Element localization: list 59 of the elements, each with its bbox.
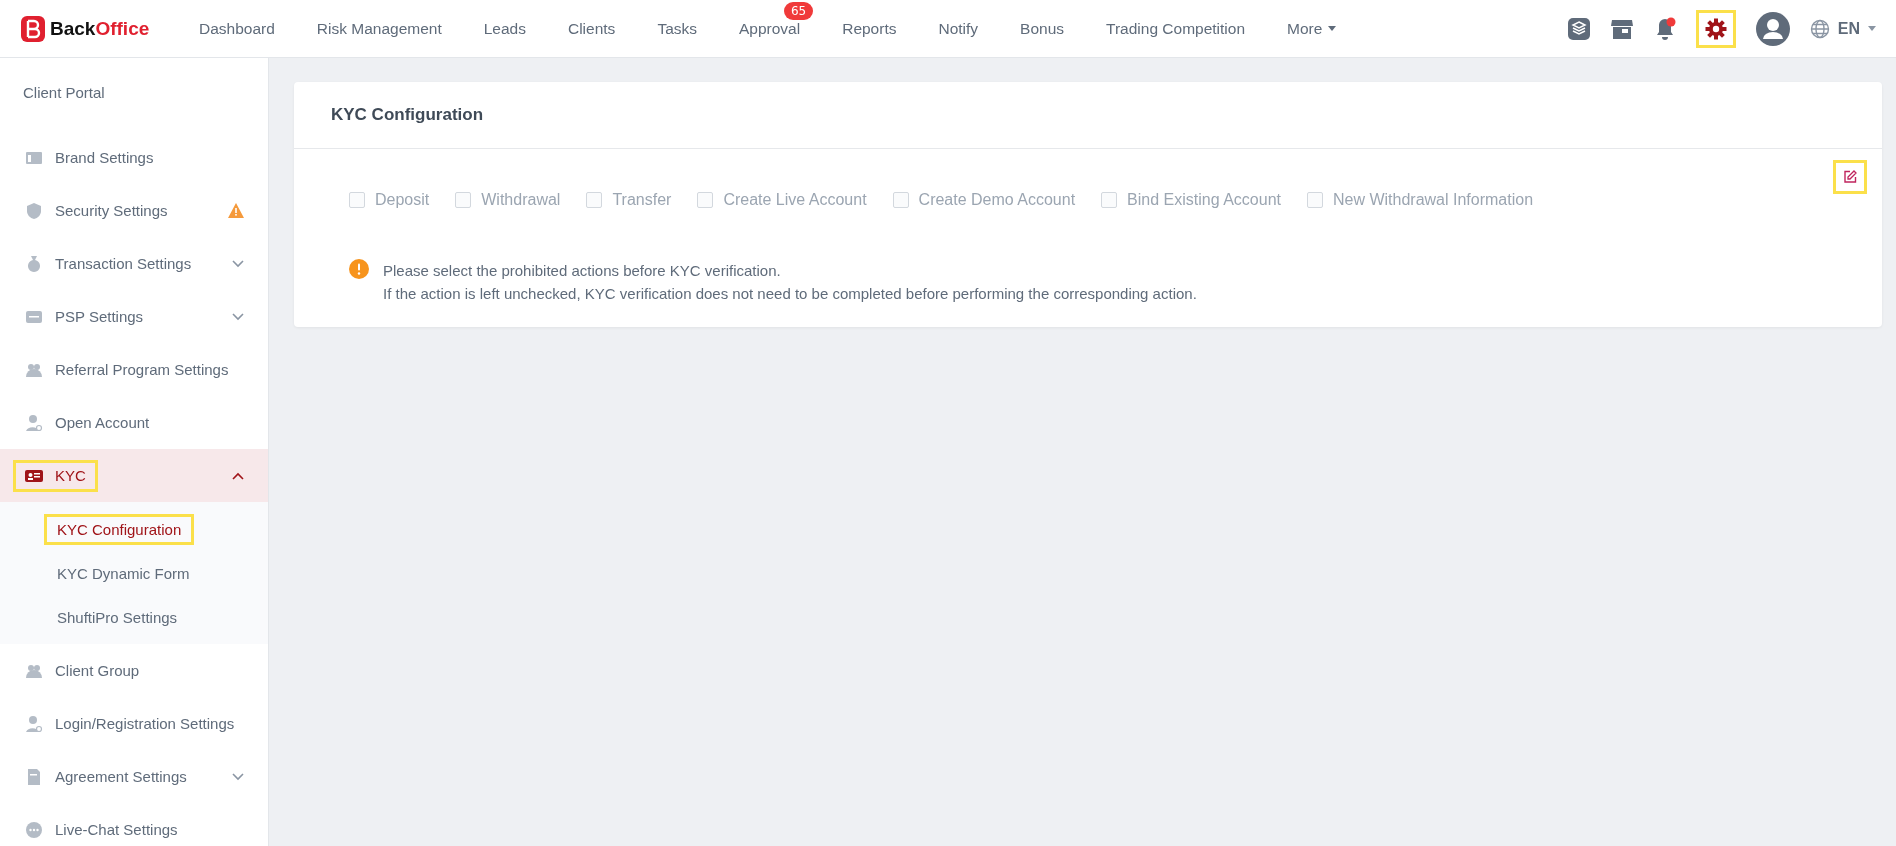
nav-link[interactable]: Tasks xyxy=(638,19,720,38)
sidebar-label: Open Account xyxy=(55,414,150,431)
sidebar-item[interactable]: Open Account xyxy=(0,396,268,449)
nav-link[interactable]: Risk Management xyxy=(297,19,465,38)
sidebar-label: Brand Settings xyxy=(55,149,154,166)
shield-icon xyxy=(25,201,43,220)
notice-text: Please select the prohibited actions before KYC verification. xyxy=(383,261,782,281)
sidebar-item[interactable]: Brand Settings xyxy=(0,131,268,184)
sidebar-label: Client Group xyxy=(55,662,140,679)
language-selector[interactable]: EN xyxy=(1809,18,1876,39)
sidebar-label: Referral Program Settings xyxy=(55,361,229,378)
sidebar-label: Transaction Settings xyxy=(55,255,192,272)
submenu-item[interactable]: KYC Configuration xyxy=(47,516,192,542)
sidebar-label: Agreement Settings xyxy=(55,768,187,785)
submenu-item[interactable]: KYC Dynamic Form xyxy=(47,560,200,586)
sidebar-item[interactable]: PSP Settings xyxy=(0,290,268,343)
sidebar-label: KYC xyxy=(55,467,86,484)
nav-link[interactable]: Reports xyxy=(823,19,920,38)
sidebar-item[interactable]: Live-Chat Settings xyxy=(0,803,268,846)
money-bag-icon xyxy=(25,254,43,273)
edit-button[interactable] xyxy=(1836,163,1864,191)
sidebar-label: Security Settings xyxy=(55,202,168,219)
brand-name: BackOffice xyxy=(50,17,150,40)
document-icon xyxy=(25,767,43,786)
nav-link[interactable]: Trading Competition xyxy=(1087,19,1269,38)
sidebar-item[interactable]: Agreement Settings xyxy=(0,750,268,803)
nav-link[interactable]: Bonus xyxy=(1001,19,1088,38)
sidebar-item[interactable]: Transaction Settings xyxy=(0,237,268,290)
submenu-item[interactable]: ShuftiPro Settings xyxy=(47,604,188,630)
info-icon xyxy=(349,259,369,279)
globe-icon xyxy=(1809,18,1830,39)
sidebar-item[interactable]: Security Settings xyxy=(0,184,268,237)
nav-link[interactable]: Clients xyxy=(549,19,639,38)
chat-icon xyxy=(25,820,43,839)
avatar-icon[interactable] xyxy=(1755,11,1790,46)
person-icon xyxy=(25,714,43,733)
nav-link[interactable]: Leads xyxy=(464,19,549,38)
nav-link[interactable]: More xyxy=(1268,19,1360,38)
layers-icon[interactable] xyxy=(1567,17,1590,40)
logo-icon xyxy=(20,14,46,43)
sidebar-heading: Client Portal xyxy=(22,83,106,103)
settings-icon[interactable] xyxy=(1695,9,1736,48)
sidebar-label: Live-Chat Settings xyxy=(55,821,178,838)
nav-link[interactable]: Dashboard xyxy=(180,19,298,38)
store-icon[interactable] xyxy=(1609,17,1634,40)
sidebar-item[interactable]: Referral Program Settings xyxy=(0,343,268,396)
count-badge: 65 xyxy=(783,1,814,20)
nav-link[interactable]: Notify xyxy=(919,19,1002,38)
sidebar-item[interactable]: KYC xyxy=(0,449,268,502)
caret-icon xyxy=(1868,26,1876,31)
card-title: KYC Configuration xyxy=(331,105,484,125)
notice-text: If the action is left unchecked, KYC verification does not need to be completed before performing the corresponding action. xyxy=(383,284,1197,304)
edit-icon xyxy=(1843,170,1857,184)
nav-link[interactable]: Approval xyxy=(720,19,824,38)
sidebar-item[interactable]: Client Group xyxy=(0,644,268,697)
sidebar-label: Login/Registration Settings xyxy=(55,715,235,732)
sidebar-label: PSP Settings xyxy=(55,308,144,325)
sidebar-item[interactable]: Login/Registration Settings xyxy=(0,697,268,750)
person-icon xyxy=(25,413,43,432)
